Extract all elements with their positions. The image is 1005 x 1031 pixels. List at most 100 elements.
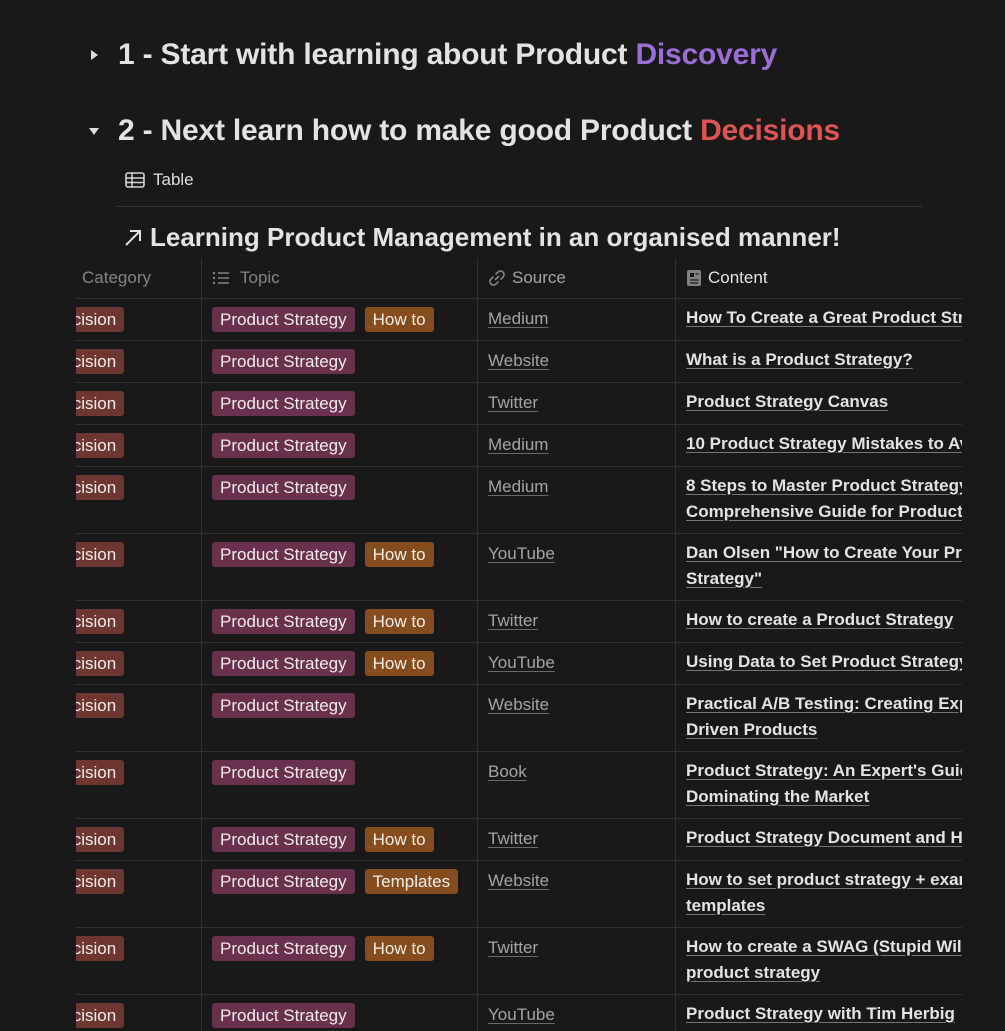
table-row[interactable]: Decision Product Strategy Twitter Product S… xyxy=(76,383,962,425)
content-link[interactable]: How To Create a Great Product Strategy xyxy=(686,308,962,327)
source-link[interactable]: YouTube xyxy=(488,544,555,563)
table-row[interactable]: Decision Product Strategy Website What is a… xyxy=(76,341,962,383)
toggle-heading-decisions[interactable]: 2 - Next learn how to make good Product … xyxy=(88,114,840,148)
content-cell[interactable]: How to set product strategy + examples te… xyxy=(676,861,962,927)
category-cell[interactable]: Decision xyxy=(76,299,202,340)
database-title[interactable]: Learning Product Management in an organi… xyxy=(122,222,841,253)
source-cell[interactable]: Website xyxy=(478,685,676,751)
source-link[interactable]: Website xyxy=(488,871,549,890)
column-header-category[interactable]: Category xyxy=(76,258,202,298)
source-link[interactable]: Book xyxy=(488,762,527,781)
content-link[interactable]: How to create a SWAG (Stupid Wild Guess) xyxy=(686,937,962,956)
content-cell[interactable]: Product Strategy: An Expert's Guide to Do… xyxy=(676,752,962,818)
toggle-heading-discovery[interactable]: 1 - Start with learning about Product Di… xyxy=(88,38,777,72)
source-link[interactable]: Website xyxy=(488,351,549,370)
category-cell[interactable]: Decision xyxy=(76,819,202,860)
table-row[interactable]: Decision Product Strategy Medium 8 Steps to… xyxy=(76,467,962,534)
content-link[interactable]: templates xyxy=(686,896,765,915)
topic-cell[interactable]: Product Strategy xyxy=(202,383,478,424)
source-link[interactable]: Medium xyxy=(488,477,548,496)
content-link[interactable]: How to set product strategy + examples xyxy=(686,870,962,889)
content-link[interactable]: Driven Products xyxy=(686,720,817,739)
content-cell[interactable]: How to create a Product Strategy xyxy=(676,601,962,642)
source-cell[interactable]: Twitter xyxy=(478,383,676,424)
category-cell[interactable]: Decision xyxy=(76,685,202,751)
category-cell[interactable]: Decision xyxy=(76,995,202,1031)
topic-cell[interactable]: Product Strategy xyxy=(202,467,478,533)
content-link[interactable]: Product Strategy with Tim Herbig xyxy=(686,1004,955,1023)
source-cell[interactable]: Twitter xyxy=(478,819,676,860)
source-link[interactable]: Twitter xyxy=(488,829,538,848)
content-cell[interactable]: What is a Product Strategy? xyxy=(676,341,962,382)
column-header-source[interactable]: Source xyxy=(478,258,676,298)
source-link[interactable]: Twitter xyxy=(488,393,538,412)
source-cell[interactable]: YouTube xyxy=(478,643,676,684)
source-cell[interactable]: Website xyxy=(478,861,676,927)
table-row[interactable]: Decision Product Strategy How to Medium How … xyxy=(76,299,962,341)
database-table[interactable]: Category Topic Source Content D xyxy=(76,258,962,1031)
category-cell[interactable]: Decision xyxy=(76,425,202,466)
content-cell[interactable]: 8 Steps to Master Product Strategy Compre… xyxy=(676,467,962,533)
content-link[interactable]: Product Strategy: An Expert's Guide to xyxy=(686,761,962,780)
content-cell[interactable]: Product Strategy with Tim Herbig xyxy=(676,995,962,1031)
content-link[interactable]: Practical A/B Testing: Creating Experime… xyxy=(686,694,962,713)
triangle-down-icon[interactable] xyxy=(88,125,118,137)
table-row[interactable]: Decision Product Strategy Medium 10 Product… xyxy=(76,425,962,467)
content-cell[interactable]: Product Strategy Document and How to xyxy=(676,819,962,860)
content-link[interactable]: Product Strategy Canvas xyxy=(686,392,888,411)
view-tab-table[interactable]: Table xyxy=(125,170,194,190)
source-cell[interactable]: Medium xyxy=(478,425,676,466)
table-row[interactable]: Decision Product Strategy How to YouTube Dan… xyxy=(76,534,962,601)
topic-cell[interactable]: Product Strategy xyxy=(202,752,478,818)
content-link[interactable]: What is a Product Strategy? xyxy=(686,350,913,369)
topic-cell[interactable]: Product Strategy xyxy=(202,341,478,382)
category-cell[interactable]: Decision xyxy=(76,601,202,642)
column-header-content[interactable]: Content xyxy=(676,258,962,298)
topic-cell[interactable]: Product Strategy How to xyxy=(202,819,478,860)
content-cell[interactable]: Practical A/B Testing: Creating Experime… xyxy=(676,685,962,751)
table-row[interactable]: Decision Product Strategy Templates Website… xyxy=(76,861,962,928)
content-link[interactable]: product strategy xyxy=(686,963,820,982)
content-link[interactable]: 8 Steps to Master Product Strategy xyxy=(686,476,962,495)
topic-cell[interactable]: Product Strategy How to xyxy=(202,643,478,684)
topic-cell[interactable]: Product Strategy Templates xyxy=(202,861,478,927)
category-cell[interactable]: Decision xyxy=(76,643,202,684)
source-link[interactable]: YouTube xyxy=(488,1005,555,1024)
source-link[interactable]: Twitter xyxy=(488,938,538,957)
source-cell[interactable]: Medium xyxy=(478,467,676,533)
category-cell[interactable]: Decision xyxy=(76,928,202,994)
category-cell[interactable]: Decision xyxy=(76,861,202,927)
content-link[interactable]: Product Strategy Document and How to xyxy=(686,828,962,847)
topic-cell[interactable]: Product Strategy How to xyxy=(202,534,478,600)
source-cell[interactable]: YouTube xyxy=(478,534,676,600)
category-cell[interactable]: Decision xyxy=(76,383,202,424)
table-row[interactable]: Decision Product Strategy Website Practical… xyxy=(76,685,962,752)
content-cell[interactable]: Using Data to Set Product Strategy xyxy=(676,643,962,684)
source-cell[interactable]: Website xyxy=(478,341,676,382)
category-cell[interactable]: Decision xyxy=(76,341,202,382)
source-cell[interactable]: Twitter xyxy=(478,928,676,994)
source-link[interactable]: Website xyxy=(488,695,549,714)
source-link[interactable]: Medium xyxy=(488,309,548,328)
topic-cell[interactable]: Product Strategy xyxy=(202,425,478,466)
content-link[interactable]: Strategy" xyxy=(686,569,762,588)
content-link[interactable]: Dan Olsen "How to Create Your Product xyxy=(686,543,962,562)
content-link[interactable]: Using Data to Set Product Strategy xyxy=(686,652,962,671)
content-link[interactable]: 10 Product Strategy Mistakes to Avoid xyxy=(686,434,962,453)
content-link[interactable]: Dominating the Market xyxy=(686,787,869,806)
table-row[interactable]: Decision Product Strategy YouTube Product S… xyxy=(76,995,962,1031)
topic-cell[interactable]: Product Strategy xyxy=(202,685,478,751)
content-link[interactable]: How to create a Product Strategy xyxy=(686,610,953,629)
source-cell[interactable]: YouTube xyxy=(478,995,676,1031)
topic-cell[interactable]: Product Strategy How to xyxy=(202,928,478,994)
table-row[interactable]: Decision Product Strategy How to Twitter Pro… xyxy=(76,819,962,861)
table-row[interactable]: Decision Product Strategy How to Twitter How… xyxy=(76,601,962,643)
source-link[interactable]: YouTube xyxy=(488,653,555,672)
content-link[interactable]: Comprehensive Guide for Product Managers xyxy=(686,502,962,521)
topic-cell[interactable]: Product Strategy xyxy=(202,995,478,1031)
content-cell[interactable]: Product Strategy Canvas xyxy=(676,383,962,424)
source-cell[interactable]: Twitter xyxy=(478,601,676,642)
content-cell[interactable]: How To Create a Great Product Strategy xyxy=(676,299,962,340)
content-cell[interactable]: Dan Olsen "How to Create Your Product Str… xyxy=(676,534,962,600)
column-header-topic[interactable]: Topic xyxy=(202,258,478,298)
